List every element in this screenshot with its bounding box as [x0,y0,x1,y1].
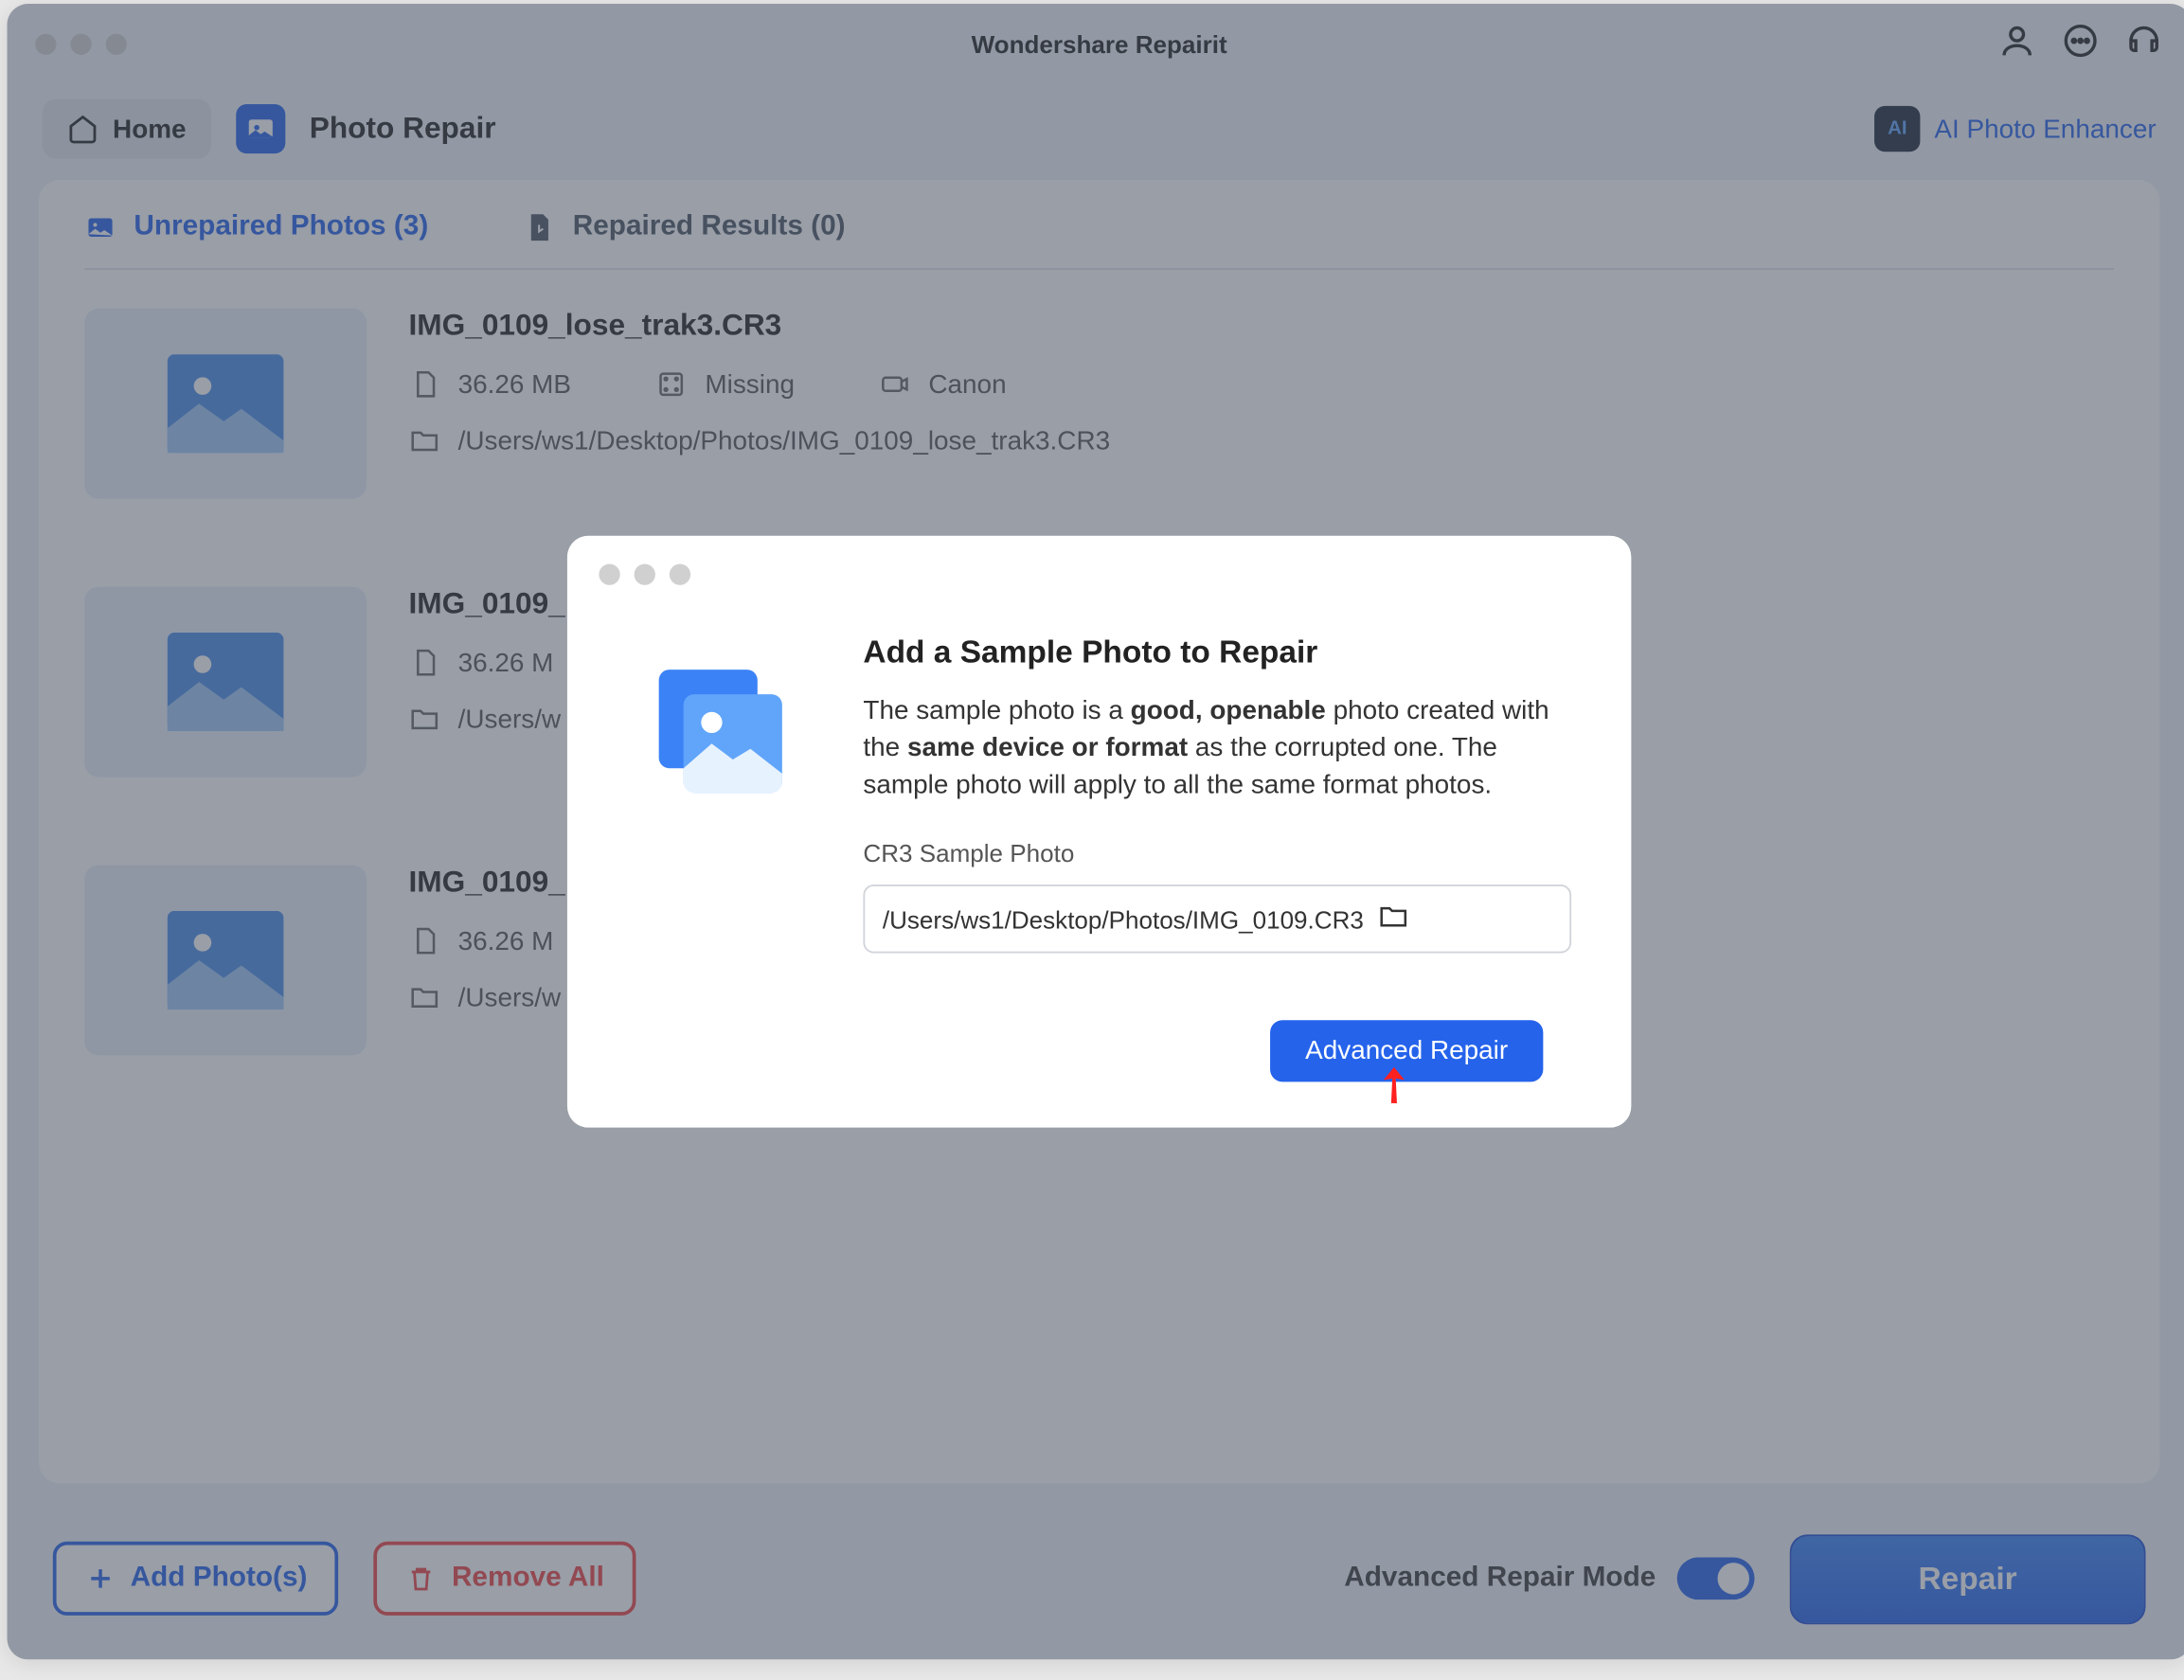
dialog-window-controls [599,563,1599,584]
dialog-title: Add a Sample Photo to Repair [863,634,1571,671]
sample-path-value: /Users/ws1/Desktop/Photos/IMG_0109.CR3 [883,904,1364,933]
modal-overlay: Add a Sample Photo to Repair The sample … [7,4,2184,1659]
maximize-dialog-icon[interactable] [670,563,690,584]
sample-label: CR3 Sample Photo [863,839,1571,867]
sample-photo-icon [645,655,797,807]
app-window: Wondershare Repairit Home Photo Repair A… [7,4,2184,1659]
minimize-dialog-icon[interactable] [635,563,655,584]
browse-folder-icon[interactable] [1378,901,1552,938]
close-dialog-icon[interactable] [599,563,619,584]
sample-photo-dialog: Add a Sample Photo to Repair The sample … [567,536,1631,1128]
dialog-description: The sample photo is a good, openable pho… [863,692,1571,803]
sample-path-input[interactable]: /Users/ws1/Desktop/Photos/IMG_0109.CR3 [863,885,1571,954]
